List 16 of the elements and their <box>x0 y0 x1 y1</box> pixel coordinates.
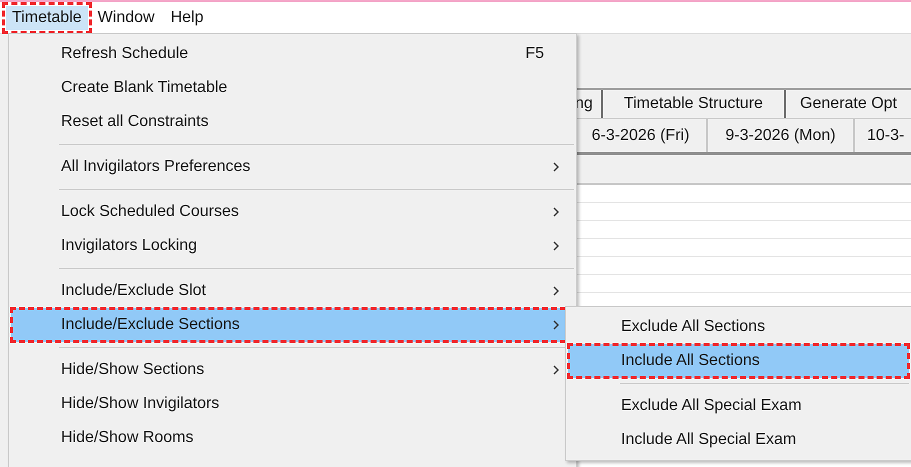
menu-title[interactable]: Window <box>92 6 161 30</box>
menu-item[interactable]: Include All Sections <box>568 344 909 378</box>
column-header: 10-3- <box>866 126 906 146</box>
menu-item[interactable]: Exclude All Special Exam <box>568 389 909 423</box>
menu-title[interactable]: Help <box>164 6 210 30</box>
menu-item[interactable]: Refresh Schedule F5 <box>11 37 574 71</box>
menu-item[interactable]: Create Blank Timetable <box>11 71 574 105</box>
menu-item[interactable]: Include All Special Exam <box>568 423 909 457</box>
tab[interactable]: Generate Opt <box>786 90 911 118</box>
menu-item[interactable]: Include/Exclude Slot <box>11 274 574 308</box>
column-header: 9-3-2026 (Mon) <box>708 119 855 152</box>
menu-item[interactable]: All Invigilators Preferences <box>11 150 574 184</box>
menu-item[interactable]: Lock Scheduled Courses <box>11 195 574 229</box>
menu-item[interactable]: Invigilators Locking <box>11 229 574 263</box>
menu-item[interactable]: Reset all Constraints <box>11 105 574 139</box>
menu-title[interactable]: Timetable <box>6 6 88 30</box>
